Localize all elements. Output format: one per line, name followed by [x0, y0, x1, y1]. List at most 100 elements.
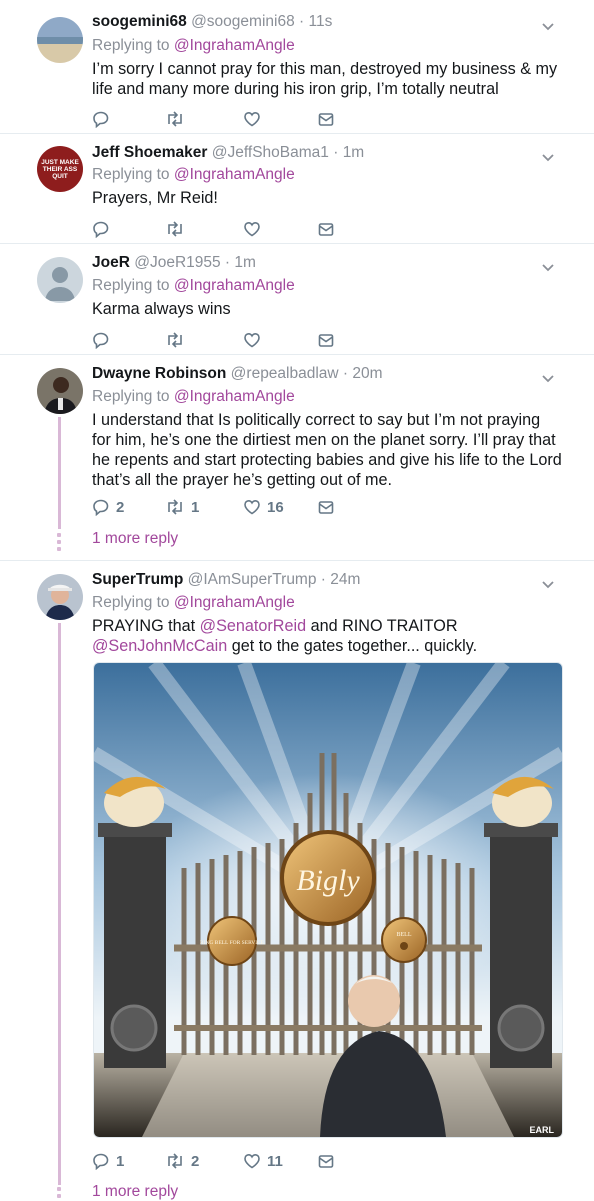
- reply-button[interactable]: 1: [92, 1151, 124, 1171]
- like-icon: [244, 221, 260, 237]
- reply-button[interactable]: 2: [92, 497, 124, 517]
- tweet-actions: [92, 109, 352, 129]
- replying-to: Replying to @IngrahamAngle: [92, 277, 295, 295]
- retweet-button[interactable]: [165, 330, 191, 350]
- separator: ·: [316, 571, 331, 588]
- tweet-actions: [92, 219, 352, 239]
- retweet-count: 2: [191, 1152, 200, 1170]
- dm-button[interactable]: [317, 109, 335, 129]
- display-name[interactable]: Jeff Shoemaker: [92, 144, 207, 161]
- tweet-header: Dwayne Robinson @repealbadlaw · 20m: [92, 365, 383, 383]
- like-button[interactable]: [243, 109, 267, 129]
- more-replies-link[interactable]: 1 more reply: [92, 1183, 178, 1201]
- user-handle[interactable]: @IAmSuperTrump: [188, 571, 317, 588]
- tweet[interactable]: soogemini68 @soogemini68 · 11s Replying …: [0, 0, 594, 134]
- replying-to-link[interactable]: @IngrahamAngle: [174, 277, 295, 294]
- separator: ·: [338, 365, 353, 382]
- tweet[interactable]: JoeR @JoeR1955 · 1m Replying to @Ingraha…: [0, 243, 594, 355]
- timestamp[interactable]: 24m: [330, 571, 360, 588]
- separator: ·: [220, 254, 235, 271]
- reply-count: 1: [116, 1152, 125, 1170]
- more-replies-link[interactable]: 1 more reply: [92, 530, 178, 548]
- replying-label: Replying to: [92, 277, 174, 294]
- dm-icon: [318, 1155, 334, 1168]
- avatar[interactable]: [37, 257, 83, 303]
- gate-sign-right: BELL: [397, 932, 412, 938]
- timestamp[interactable]: 1m: [234, 254, 256, 271]
- replying-to-link[interactable]: @IngrahamAngle: [174, 166, 295, 183]
- like-button[interactable]: [243, 330, 267, 350]
- reply-icon: [93, 1153, 109, 1170]
- replying-to-link[interactable]: @IngrahamAngle: [174, 37, 295, 54]
- tweet-actions: 1 2 11: [92, 1151, 352, 1171]
- text-part: and RINO TRAITOR: [306, 617, 458, 635]
- retweet-button[interactable]: 1: [165, 497, 199, 517]
- dm-icon: [318, 334, 334, 347]
- tweet-header: JoeR @JoeR1955 · 1m: [92, 254, 256, 272]
- like-button[interactable]: 11: [243, 1151, 283, 1171]
- retweet-button[interactable]: 2: [165, 1151, 199, 1171]
- avatar[interactable]: [37, 574, 83, 620]
- user-handle[interactable]: @repealbadlaw: [231, 365, 339, 382]
- thread-line: [58, 623, 61, 1185]
- thread-line: [58, 417, 61, 529]
- mention-link[interactable]: @SenJohnMcCain: [92, 637, 227, 655]
- dm-button[interactable]: [317, 219, 335, 239]
- display-name[interactable]: JoeR: [92, 254, 130, 271]
- replying-label: Replying to: [92, 166, 174, 183]
- separator: ·: [328, 144, 343, 161]
- display-name[interactable]: Dwayne Robinson: [92, 365, 226, 382]
- user-handle[interactable]: @JoeR1955: [134, 254, 220, 271]
- tweet-media-image[interactable]: Bigly RING BELL FOR SERVICE BELL EARL: [93, 662, 563, 1138]
- separator: ·: [294, 13, 309, 30]
- chevron-down-icon[interactable]: [540, 370, 556, 386]
- replying-to-link[interactable]: @IngrahamAngle: [174, 388, 295, 405]
- like-count: 11: [267, 1152, 283, 1170]
- chevron-down-icon[interactable]: [540, 149, 556, 165]
- replying-label: Replying to: [92, 37, 174, 54]
- chevron-down-icon[interactable]: [540, 576, 556, 592]
- dm-button[interactable]: [317, 497, 335, 517]
- tweet-text: I’m sorry I cannot pray for this man, de…: [92, 60, 558, 98]
- avatar[interactable]: [37, 368, 83, 414]
- reply-icon: [93, 221, 109, 238]
- display-name[interactable]: soogemini68: [92, 13, 187, 30]
- avatar-caption: JUST MAKE: [41, 159, 79, 166]
- retweet-icon: [168, 332, 182, 348]
- tweet[interactable]: JUST MAKE THEIR ASS QUIT Jeff Shoemaker …: [0, 133, 594, 244]
- avatar[interactable]: JUST MAKE THEIR ASS QUIT: [37, 146, 83, 192]
- retweet-button[interactable]: [165, 109, 191, 129]
- retweet-button[interactable]: [165, 219, 191, 239]
- avatar[interactable]: [37, 17, 83, 63]
- timestamp[interactable]: 1m: [343, 144, 365, 161]
- like-count: 16: [267, 498, 284, 516]
- replying-to: Replying to @IngrahamAngle: [92, 37, 295, 55]
- reply-button[interactable]: [92, 330, 116, 350]
- mention-link[interactable]: @SenatorReid: [200, 617, 306, 635]
- tweet-header: Jeff Shoemaker @JeffShoBama1 · 1m: [92, 144, 364, 162]
- retweet-icon: [168, 111, 182, 127]
- chevron-down-icon[interactable]: [540, 259, 556, 275]
- avatar-caption: QUIT: [52, 173, 68, 180]
- like-button[interactable]: [243, 219, 267, 239]
- user-handle[interactable]: @JeffShoBama1: [212, 144, 329, 161]
- timestamp[interactable]: 20m: [352, 365, 382, 382]
- gate-sign-main: Bigly: [296, 864, 360, 897]
- dm-icon: [318, 501, 334, 514]
- thread-dots: [57, 533, 61, 554]
- like-button[interactable]: 16: [243, 497, 284, 517]
- replying-to-link[interactable]: @IngrahamAngle: [174, 594, 295, 611]
- dm-button[interactable]: [317, 330, 335, 350]
- timestamp[interactable]: 11s: [308, 13, 332, 30]
- replying-to: Replying to @IngrahamAngle: [92, 166, 295, 184]
- display-name[interactable]: SuperTrump: [92, 571, 183, 588]
- tweet-actions: [92, 330, 352, 350]
- replying-to: Replying to @IngrahamAngle: [92, 594, 295, 612]
- user-handle[interactable]: @soogemini68: [191, 13, 295, 30]
- replying-label: Replying to: [92, 594, 174, 611]
- reply-button[interactable]: [92, 219, 116, 239]
- tweet[interactable]: Dwayne Robinson @repealbadlaw · 20m Repl…: [0, 354, 594, 561]
- reply-button[interactable]: [92, 109, 116, 129]
- chevron-down-icon[interactable]: [540, 18, 556, 34]
- dm-button[interactable]: [317, 1151, 335, 1171]
